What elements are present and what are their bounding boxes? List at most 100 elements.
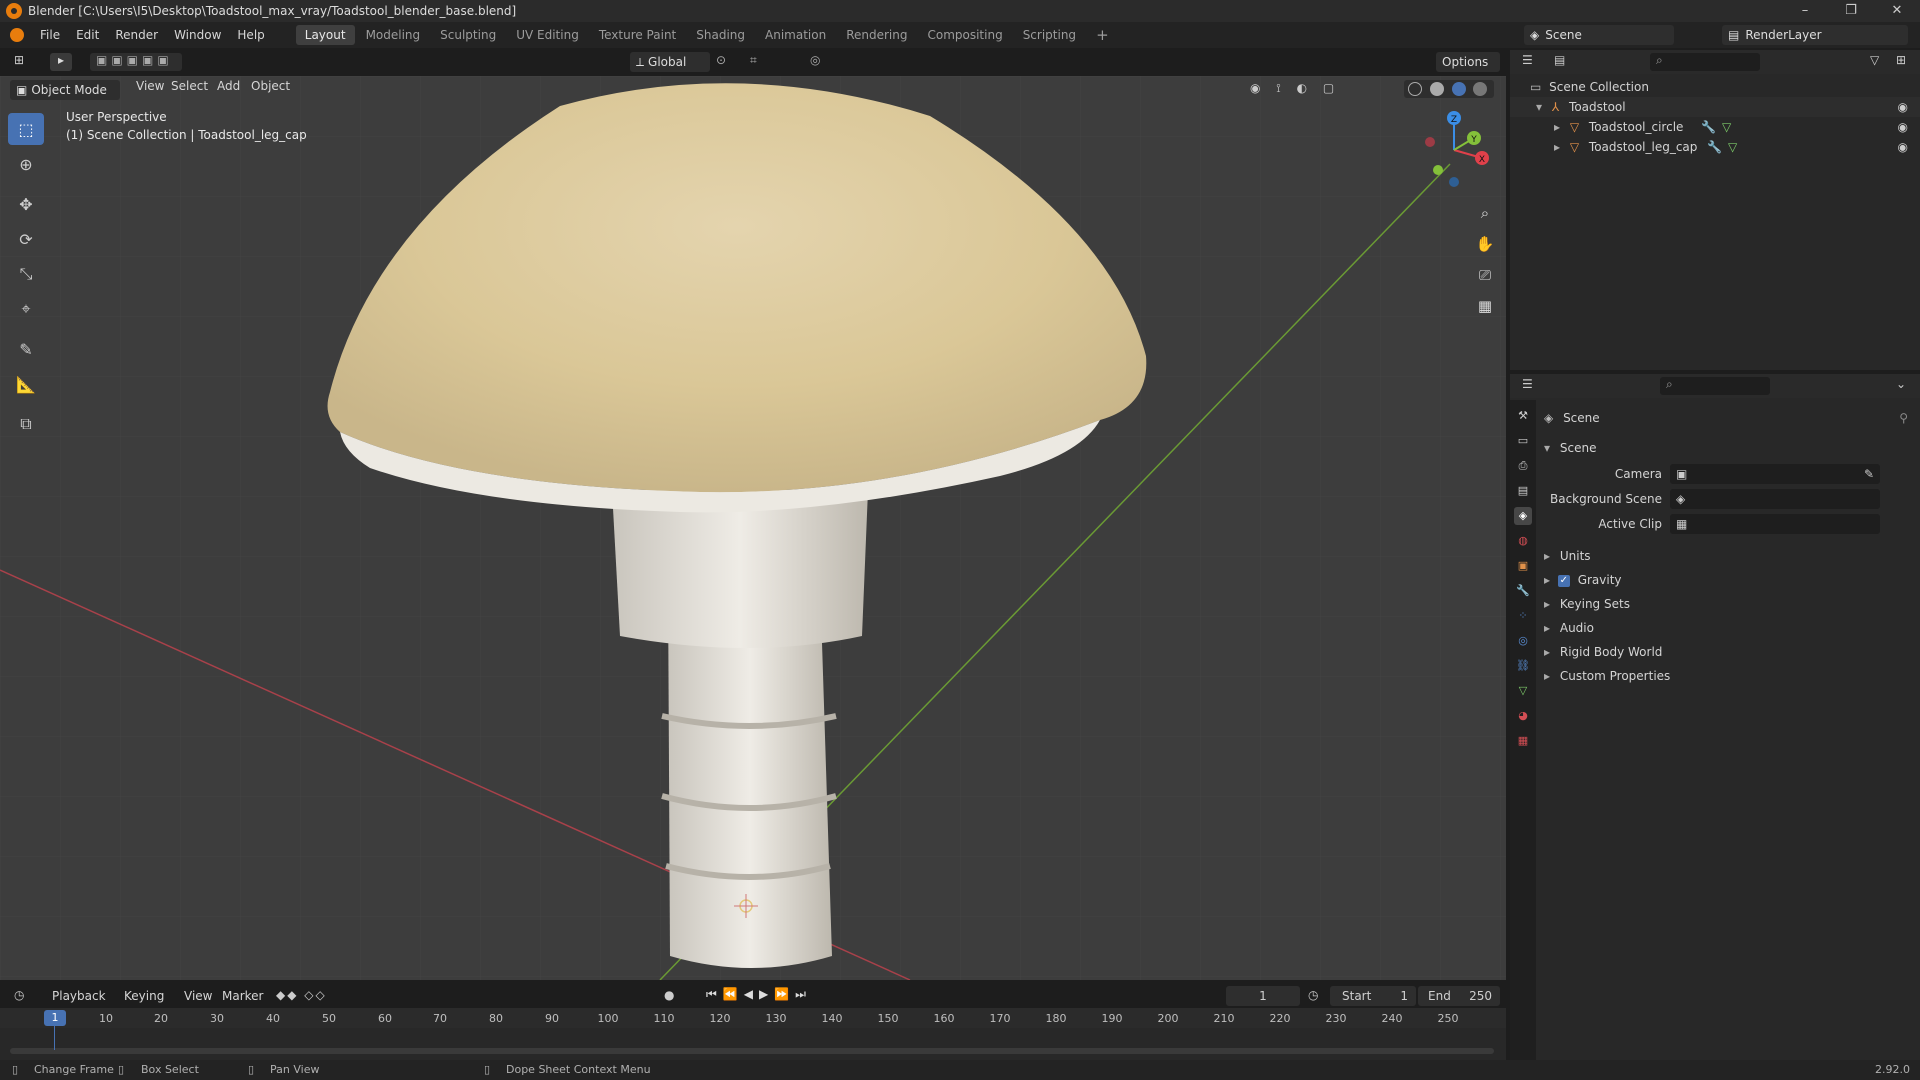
pan-hand-icon[interactable]: ✋ — [1472, 229, 1498, 260]
gravity-checkbox[interactable]: ✓ — [1557, 574, 1570, 587]
outliner-row-toadstool-circle[interactable]: ▸ ▽ Toadstool_circle 🔧 ▽ ◉ — [1510, 117, 1920, 137]
tab-shading[interactable]: Shading — [687, 25, 754, 45]
background-scene-field[interactable]: ◈ — [1670, 489, 1880, 509]
rotate-tool-icon[interactable]: ⟳ — [8, 223, 44, 255]
mesh-data-icon[interactable]: ▽ — [1722, 120, 1731, 134]
rendered-shading-icon[interactable] — [1473, 82, 1488, 96]
eyedropper-icon[interactable]: ✎ — [1864, 464, 1874, 484]
outliner-row-scene-collection[interactable]: ▭ Scene Collection — [1510, 77, 1920, 97]
viewport-canvas[interactable] — [0, 76, 1506, 980]
object-properties-icon[interactable]: ▣ — [1514, 557, 1532, 575]
tool-settings-icon[interactable]: ⚒ — [1514, 407, 1532, 425]
tab-modeling[interactable]: Modeling — [357, 25, 430, 45]
add-cube-tool-icon[interactable]: ⧉ — [8, 408, 44, 440]
navigation-gizmo[interactable]: Z X Y — [1412, 108, 1496, 192]
expand-arrow-icon[interactable]: ▸ — [1554, 140, 1560, 154]
properties-editor-icon[interactable]: ☰ — [1522, 377, 1533, 391]
shading-mode-buttons[interactable] — [1404, 80, 1494, 98]
outliner-editor-icon[interactable]: ☰ — [1522, 53, 1533, 67]
select-tool-icon[interactable]: ▸ — [50, 53, 72, 71]
camera-field[interactable]: ▣ ✎ — [1670, 464, 1880, 484]
menu-render[interactable]: Render — [107, 22, 166, 48]
tab-scripting[interactable]: Scripting — [1014, 25, 1085, 45]
modifier-wrench-icon[interactable]: 🔧 — [1707, 140, 1722, 154]
pivot-point-icon[interactable]: ⊙ — [716, 53, 726, 67]
timeline-editor-icon[interactable]: ◷ — [14, 988, 24, 1002]
viewport-overlay-icons[interactable]: ◉ ⟟ ◐ ▢ — [1250, 81, 1340, 96]
tab-compositing[interactable]: Compositing — [918, 25, 1011, 45]
outliner-row-toadstool[interactable]: ▾ ⅄ Toadstool ◉ — [1510, 97, 1920, 117]
add-workspace-icon[interactable]: + — [1087, 25, 1118, 45]
3d-viewport[interactable]: ▣ Object Mode View Select Add Object ◉ ⟟ … — [0, 76, 1506, 980]
options-dropdown[interactable]: Options — [1436, 52, 1500, 72]
tab-uv-editing[interactable]: UV Editing — [507, 25, 588, 45]
playback-controls[interactable]: ⏮⏪◀▶⏩⏭ — [706, 987, 812, 1002]
scale-tool-icon[interactable]: ⤡ — [8, 258, 44, 290]
timeline-scrollbar[interactable] — [10, 1048, 1494, 1054]
menu-keying[interactable]: Keying — [116, 983, 172, 1009]
chevron-down-icon[interactable]: ⌄ — [1896, 377, 1906, 391]
view-layer-properties-icon[interactable]: ▤ — [1514, 482, 1532, 500]
gravity-panel[interactable]: ▸ ✓ Gravity — [1544, 570, 1914, 590]
current-frame-field[interactable]: 1 — [1226, 986, 1300, 1006]
filter-icon[interactable]: ▽ — [1870, 53, 1879, 67]
units-panel[interactable]: ▸ Units — [1544, 546, 1914, 566]
particles-properties-icon[interactable]: ⁘ — [1514, 607, 1532, 625]
material-shading-icon[interactable] — [1451, 82, 1466, 96]
clock-icon[interactable]: ◷ — [1308, 988, 1318, 1002]
menu-playback[interactable]: Playback — [44, 983, 114, 1009]
tab-layout[interactable]: Layout — [295, 25, 355, 45]
playhead-marker[interactable]: 1 — [44, 1010, 66, 1026]
transform-tool-icon[interactable]: ⌖ — [8, 293, 44, 325]
pin-icon[interactable]: ⚲ — [1899, 408, 1908, 428]
modifier-wrench-icon[interactable]: 🔧 — [1701, 120, 1716, 134]
solid-shading-icon[interactable] — [1429, 82, 1444, 96]
expand-arrow-icon[interactable]: ▾ — [1536, 100, 1542, 114]
menu-help[interactable]: Help — [229, 22, 272, 48]
tab-texture-paint[interactable]: Texture Paint — [590, 25, 685, 45]
audio-panel[interactable]: ▸ Audio — [1544, 618, 1914, 638]
scene-properties-icon[interactable]: ◈ — [1514, 507, 1532, 525]
physics-properties-icon[interactable]: ◎ — [1514, 632, 1532, 650]
scene-selector[interactable]: ◈ Scene — [1524, 25, 1674, 45]
visibility-eye-icon[interactable]: ◉ — [1898, 137, 1908, 157]
material-properties-icon[interactable]: ◕ — [1514, 707, 1532, 725]
outliner-row-toadstool-leg-cap[interactable]: ▸ ▽ Toadstool_leg_cap 🔧 ▽ ◉ — [1510, 137, 1920, 157]
display-mode-icon[interactable]: ▤ — [1554, 53, 1565, 67]
close-button[interactable]: ✕ — [1874, 0, 1920, 22]
measure-tool-icon[interactable]: 📐 — [8, 368, 44, 400]
menu-window[interactable]: Window — [166, 22, 229, 48]
mode-dropdown[interactable]: ▣ Object Mode — [10, 80, 120, 100]
proportional-edit-icon[interactable]: ◎ — [810, 53, 820, 67]
render-properties-icon[interactable]: ▭ — [1514, 432, 1532, 450]
visibility-eye-icon[interactable]: ◉ — [1898, 117, 1908, 137]
menu-file[interactable]: File — [32, 22, 68, 48]
keyframe-icons[interactable]: ◆◆ ◇◇ — [276, 988, 327, 1002]
snap-icon[interactable]: ⌗ — [750, 53, 757, 68]
tab-rendering[interactable]: Rendering — [837, 25, 916, 45]
outliner-search-input[interactable]: ⌕ — [1650, 53, 1760, 71]
annotate-tool-icon[interactable]: ✎ — [8, 333, 44, 365]
constraints-properties-icon[interactable]: ⛓ — [1514, 657, 1532, 675]
wireframe-shading-icon[interactable] — [1408, 82, 1422, 96]
zoom-icon[interactable]: ⌕ — [1472, 198, 1498, 229]
camera-view-icon[interactable]: ⎚ — [1472, 260, 1498, 291]
tab-animation[interactable]: Animation — [756, 25, 835, 45]
select-box-tool-icon[interactable]: ⬚ — [8, 113, 44, 145]
texture-properties-icon[interactable]: ▦ — [1514, 732, 1532, 750]
transform-orientation-dropdown[interactable]: ⟂ Global — [630, 52, 710, 72]
properties-search-input[interactable]: ⌕ — [1660, 377, 1770, 395]
cursor-tool-icon[interactable]: ⊕ — [8, 148, 44, 180]
mesh-data-properties-icon[interactable]: ▽ — [1514, 682, 1532, 700]
view-layer-selector[interactable]: ▤ RenderLayer — [1722, 25, 1908, 45]
minimize-button[interactable]: – — [1782, 0, 1828, 22]
new-collection-icon[interactable]: ⊞ — [1896, 53, 1906, 67]
modifier-properties-icon[interactable]: 🔧 — [1514, 582, 1532, 600]
record-icon[interactable]: ● — [664, 988, 674, 1002]
editor-type-icon[interactable]: ⊞ — [14, 53, 38, 71]
keying-sets-panel[interactable]: ▸ Keying Sets — [1544, 594, 1914, 614]
end-frame-field[interactable]: End 250 — [1418, 986, 1500, 1006]
active-clip-field[interactable]: ▦ — [1670, 514, 1880, 534]
ortho-grid-icon[interactable]: ▦ — [1472, 291, 1498, 322]
move-tool-icon[interactable]: ✥ — [8, 188, 44, 220]
